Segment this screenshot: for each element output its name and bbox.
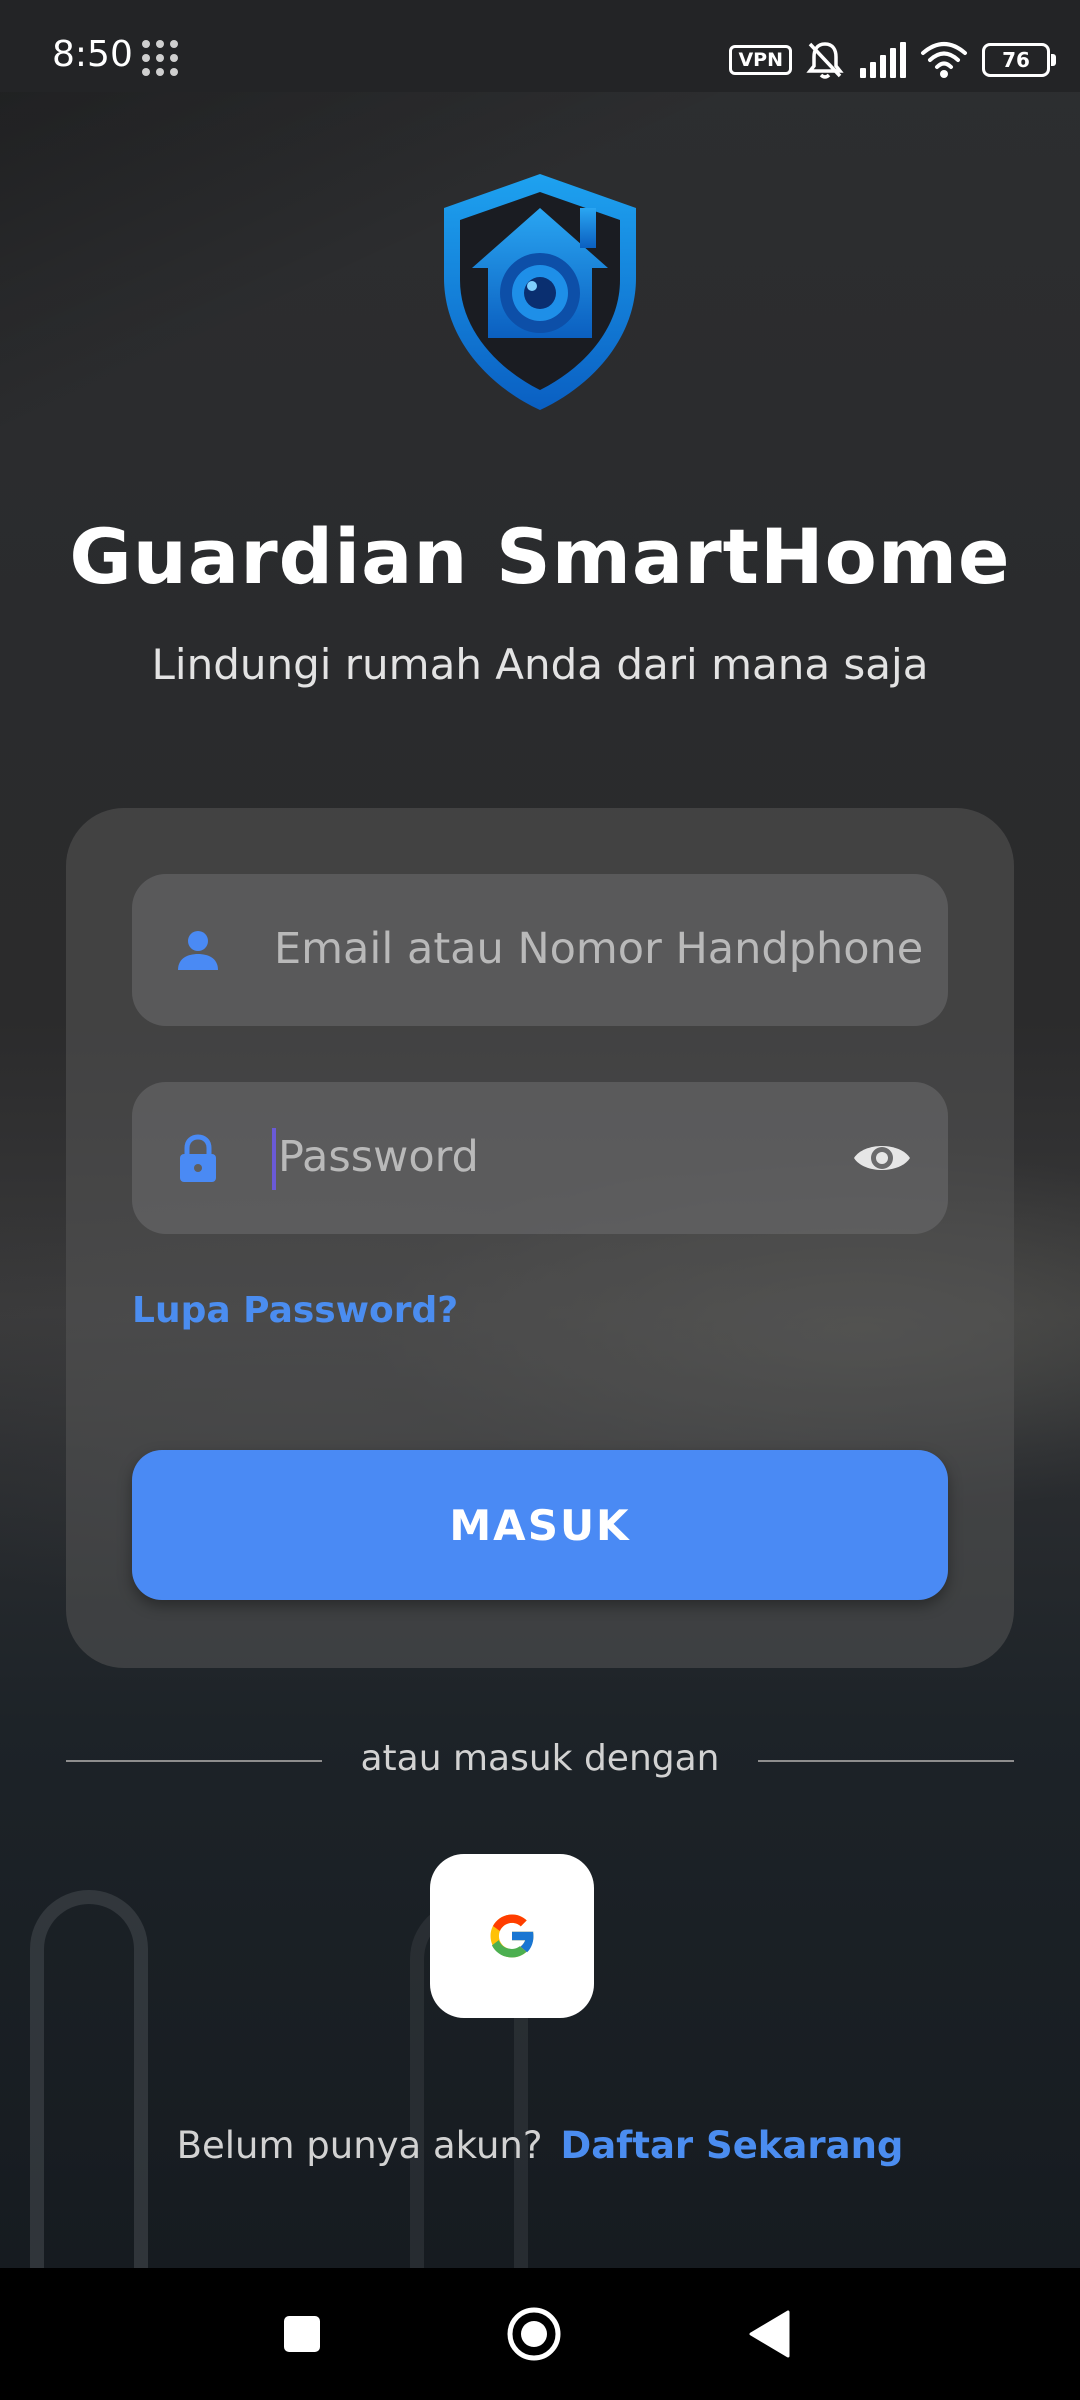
navigation-bar: [0, 2268, 1080, 2400]
status-bar: 8:50 VPN 76: [0, 0, 1080, 92]
apps-grid-icon: [142, 40, 178, 76]
divider-line-right: [758, 1760, 1014, 1762]
google-icon: [490, 1914, 535, 1958]
bell-off-icon: [806, 42, 844, 79]
battery-icon: 76: [982, 43, 1056, 77]
signup-link[interactable]: Daftar Sekarang: [560, 2124, 903, 2167]
eye-icon[interactable]: [852, 1136, 912, 1180]
recents-square-icon[interactable]: [282, 2314, 322, 2354]
email-placeholder: Email atau Nomor Handphone: [274, 924, 924, 974]
password-placeholder: Password: [278, 1132, 479, 1182]
google-login-button[interactable]: [430, 1854, 594, 2018]
status-icons: VPN 76: [729, 40, 1056, 80]
email-field[interactable]: Email atau Nomor Handphone: [132, 874, 948, 1026]
login-button[interactable]: MASUK: [132, 1450, 948, 1600]
login-card: Email atau Nomor Handphone Password Lupa…: [66, 808, 1014, 1668]
signup-row: Belum punya akun? Daftar Sekarang: [0, 2124, 1080, 2167]
home-circle-icon[interactable]: [506, 2306, 562, 2362]
signal-icon: [860, 42, 906, 78]
text-cursor: [272, 1128, 276, 1190]
forgot-password-link[interactable]: Lupa Password?: [132, 1290, 458, 1331]
signup-prompt: Belum punya akun?: [176, 2124, 543, 2167]
person-icon: [178, 931, 218, 970]
pool-rail-decoration: [30, 1890, 148, 2274]
lock-icon: [180, 1134, 216, 1182]
app-title: Guardian SmartHome: [69, 512, 1011, 601]
battery-level: 76: [1002, 48, 1030, 72]
back-triangle-icon[interactable]: [748, 2310, 790, 2358]
password-field[interactable]: Password: [132, 1082, 948, 1234]
vpn-icon: VPN: [729, 45, 792, 75]
status-time: 8:50: [52, 34, 133, 75]
divider-text: atau masuk dengan: [360, 1738, 720, 1779]
wifi-icon: [921, 42, 967, 78]
shield-home-camera-icon: [444, 174, 636, 410]
app-subtitle: Lindungi rumah Anda dari mana saja: [151, 640, 929, 689]
